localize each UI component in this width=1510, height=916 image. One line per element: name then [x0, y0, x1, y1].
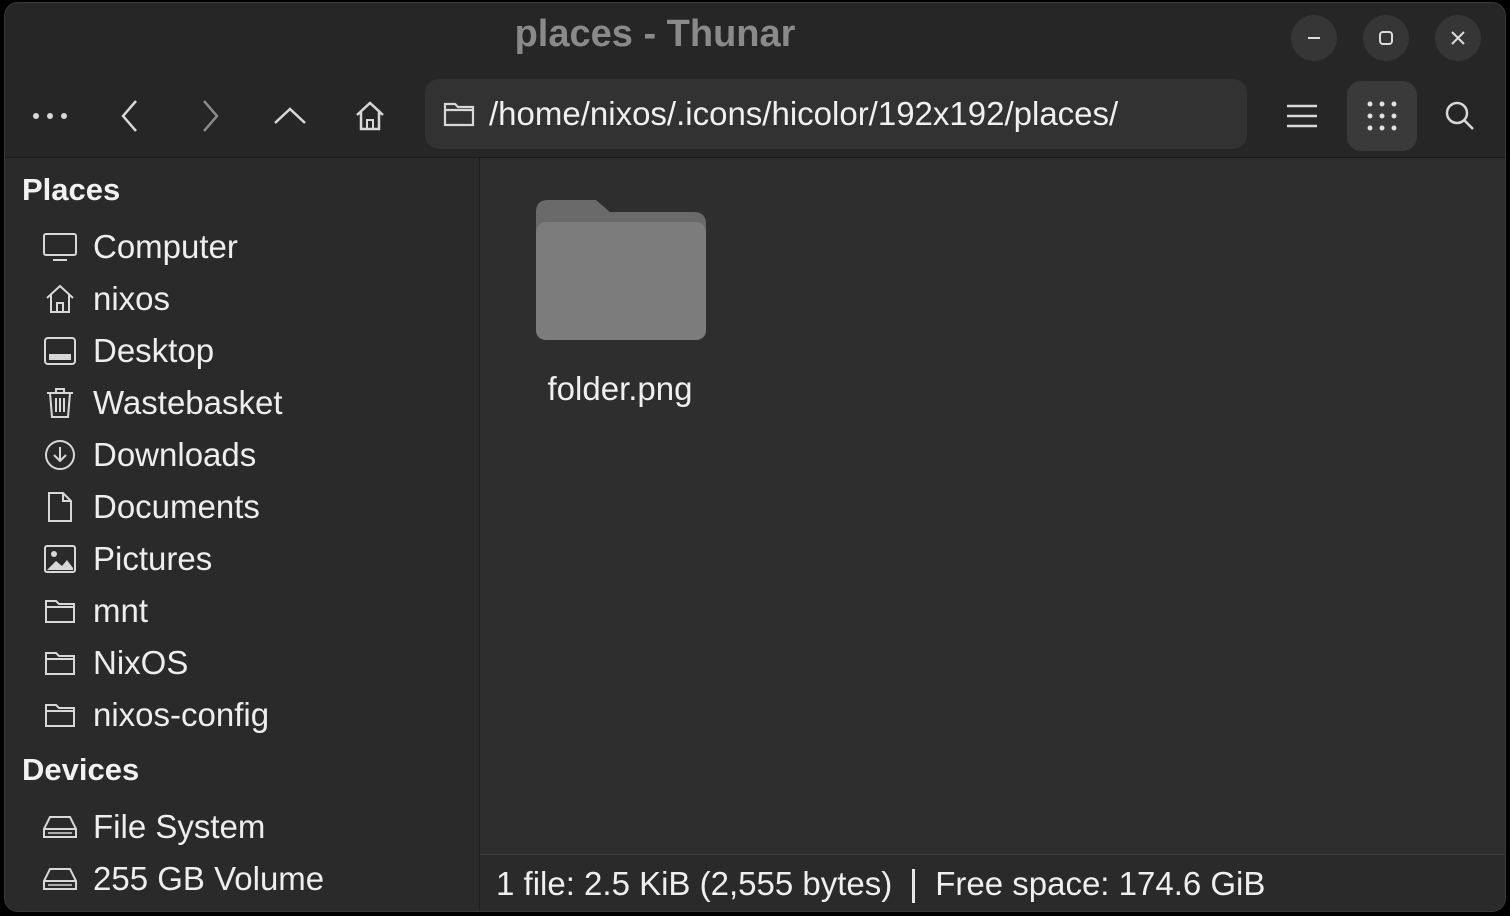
sidebar-item-label: Desktop — [93, 332, 215, 369]
forward-button[interactable] — [175, 81, 245, 151]
status-selection: 1 file: 2.5 KiB (2,555 bytes) — [496, 865, 893, 902]
status-bar: 1 file: 2.5 KiB (2,555 bytes) Free space:… — [480, 854, 1505, 911]
folder-icon — [45, 704, 75, 727]
more-horizontal-icon — [33, 113, 67, 119]
maximize-icon — [1379, 31, 1393, 45]
folder-icon — [536, 200, 706, 340]
sidebar-item-nixos-drive[interactable]: NixOS — [41, 638, 188, 688]
maximize-button[interactable] — [1363, 15, 1409, 61]
home-icon — [356, 101, 384, 131]
list-view-button[interactable] — [1267, 81, 1337, 151]
minimize-icon — [1308, 37, 1320, 39]
folder-icon — [45, 652, 75, 675]
close-button[interactable] — [1435, 15, 1481, 61]
sidebar-item-desktop[interactable]: Desktop — [41, 326, 214, 376]
status-separator — [912, 869, 916, 904]
folder-icon — [443, 102, 475, 127]
sidebar-item-label: File System — [93, 808, 266, 845]
trash-icon — [47, 388, 73, 418]
sidebar-item-label: Downloads — [93, 436, 257, 473]
minimize-button[interactable] — [1291, 15, 1337, 61]
sidebar-item-computer[interactable]: Computer — [41, 222, 238, 272]
search-button[interactable] — [1425, 81, 1495, 151]
chevron-right-icon — [203, 100, 219, 132]
sidebar-item-downloads[interactable]: Downloads — [41, 430, 256, 480]
up-button[interactable] — [255, 81, 325, 151]
desktop-icon — [44, 337, 76, 365]
sidebar-item-nixos[interactable]: nixos — [41, 274, 170, 324]
status-free-space: Free space: 174.6 GiB — [935, 865, 1266, 902]
sidebar-item-label: Wastebasket — [93, 384, 283, 421]
sidebar-item-label: nixos-config — [93, 696, 270, 733]
home-button[interactable] — [335, 81, 405, 151]
sidebar: Places Computer nixos Desktop Wastebaske… — [5, 158, 480, 911]
document-icon — [48, 492, 72, 522]
window-title: places - Thunar — [514, 13, 796, 55]
sidebar-item-label: 255 GB Volume — [93, 860, 325, 897]
grid-view-button[interactable] — [1347, 81, 1417, 151]
sidebar-item-pictures[interactable]: Pictures — [41, 534, 212, 584]
folder-icon — [45, 600, 75, 623]
sidebar-item-label: Documents — [93, 488, 260, 525]
thunar-window: places - Thunar /home/nixos/.icons/hicol… — [4, 2, 1506, 912]
sidebar-item-nixos-config[interactable]: nixos-config — [41, 690, 269, 740]
sidebar-item-label: Computer — [93, 228, 238, 265]
drive-icon — [43, 868, 77, 890]
places-heading: Places — [22, 172, 121, 207]
file-name: folder.png — [547, 370, 693, 407]
chevron-up-icon — [274, 107, 306, 124]
sidebar-item-label: Pictures — [93, 540, 213, 577]
menu-button[interactable] — [15, 81, 85, 151]
file-view[interactable]: folder.png — [480, 158, 1505, 854]
list-view-icon — [1287, 104, 1317, 128]
back-button[interactable] — [95, 81, 165, 151]
close-icon — [1451, 31, 1465, 45]
sidebar-item-volume[interactable]: 255 GB Volume — [41, 854, 324, 904]
sidebar-item-label: nixos — [93, 280, 171, 317]
devices-heading: Devices — [22, 752, 140, 787]
monitor-icon — [43, 233, 77, 261]
sidebar-item-wastebasket[interactable]: Wastebasket — [41, 378, 283, 428]
sidebar-item-mnt[interactable]: mnt — [41, 586, 148, 636]
image-icon — [44, 545, 76, 573]
location-path[interactable]: /home/nixos/.icons/hicolor/192x192/place… — [489, 95, 1118, 133]
home-icon — [46, 284, 74, 313]
sidebar-item-label: mnt — [93, 592, 149, 629]
grid-view-icon — [1367, 101, 1397, 131]
header-bar: places - Thunar /home/nixos/.icons/hicol… — [5, 3, 1505, 158]
search-icon — [1445, 101, 1474, 130]
sidebar-item-documents[interactable]: Documents — [41, 482, 260, 532]
chevron-left-icon — [121, 100, 137, 132]
download-icon — [45, 440, 75, 470]
sidebar-item-label: NixOS — [93, 644, 189, 681]
drive-icon — [43, 816, 77, 838]
sidebar-item-file-system[interactable]: File System — [41, 802, 265, 852]
location-bar[interactable]: /home/nixos/.icons/hicolor/192x192/place… — [425, 79, 1247, 149]
